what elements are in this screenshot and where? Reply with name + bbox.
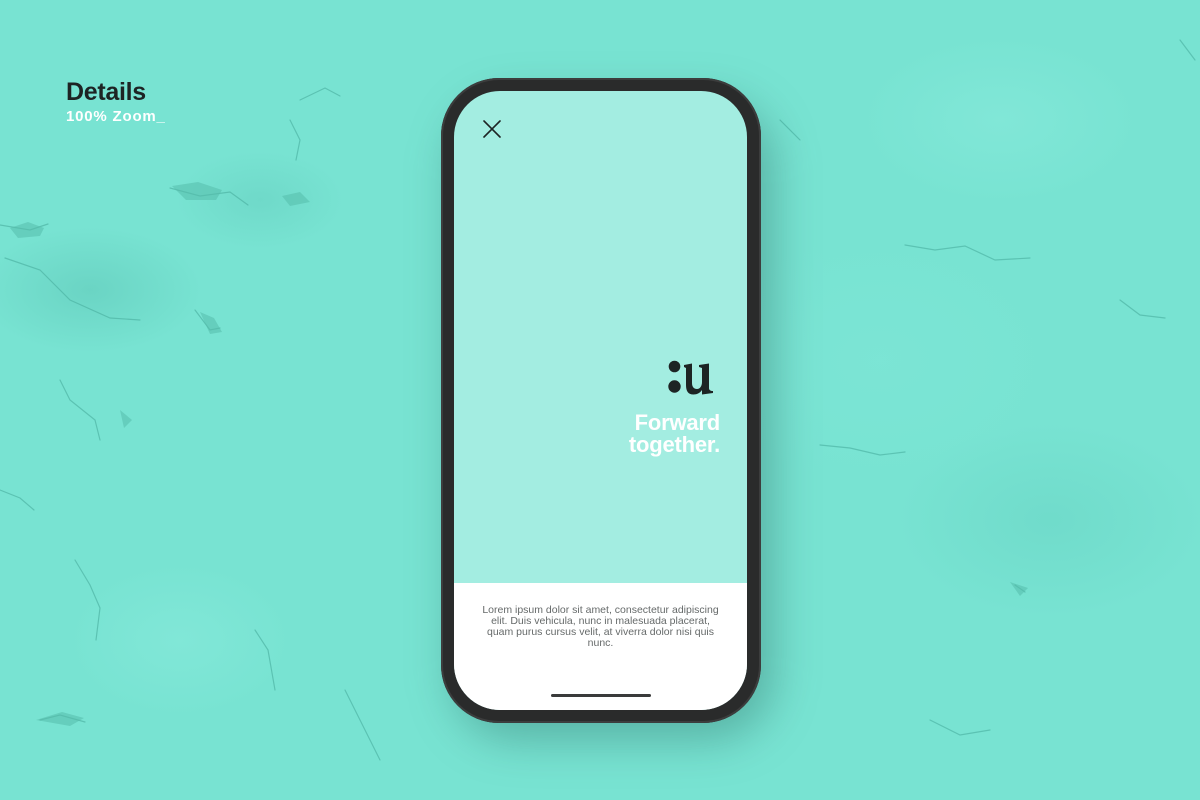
headline-line-1: Forward <box>634 410 721 435</box>
home-indicator[interactable] <box>551 694 651 697</box>
headline-line-2: together. <box>628 432 720 457</box>
footer-panel: Lorem ipsum dolor sit amet, consectetur … <box>454 583 747 710</box>
phone-screen: Forward together. Lorem ipsum dolor sit … <box>454 91 747 710</box>
body-text: Lorem ipsum dolor sit amet, consectetur … <box>482 604 719 649</box>
page-header: Details 100% Zoom_ <box>66 78 166 126</box>
headline: Forward together. <box>629 412 720 456</box>
zoom-level-label: 100% Zoom_ <box>66 108 166 125</box>
page-title: Details <box>66 78 146 106</box>
close-icon[interactable] <box>482 119 502 139</box>
brand-logo-icon <box>668 360 713 395</box>
phone-mockup: Forward together. Lorem ipsum dolor sit … <box>441 78 761 723</box>
